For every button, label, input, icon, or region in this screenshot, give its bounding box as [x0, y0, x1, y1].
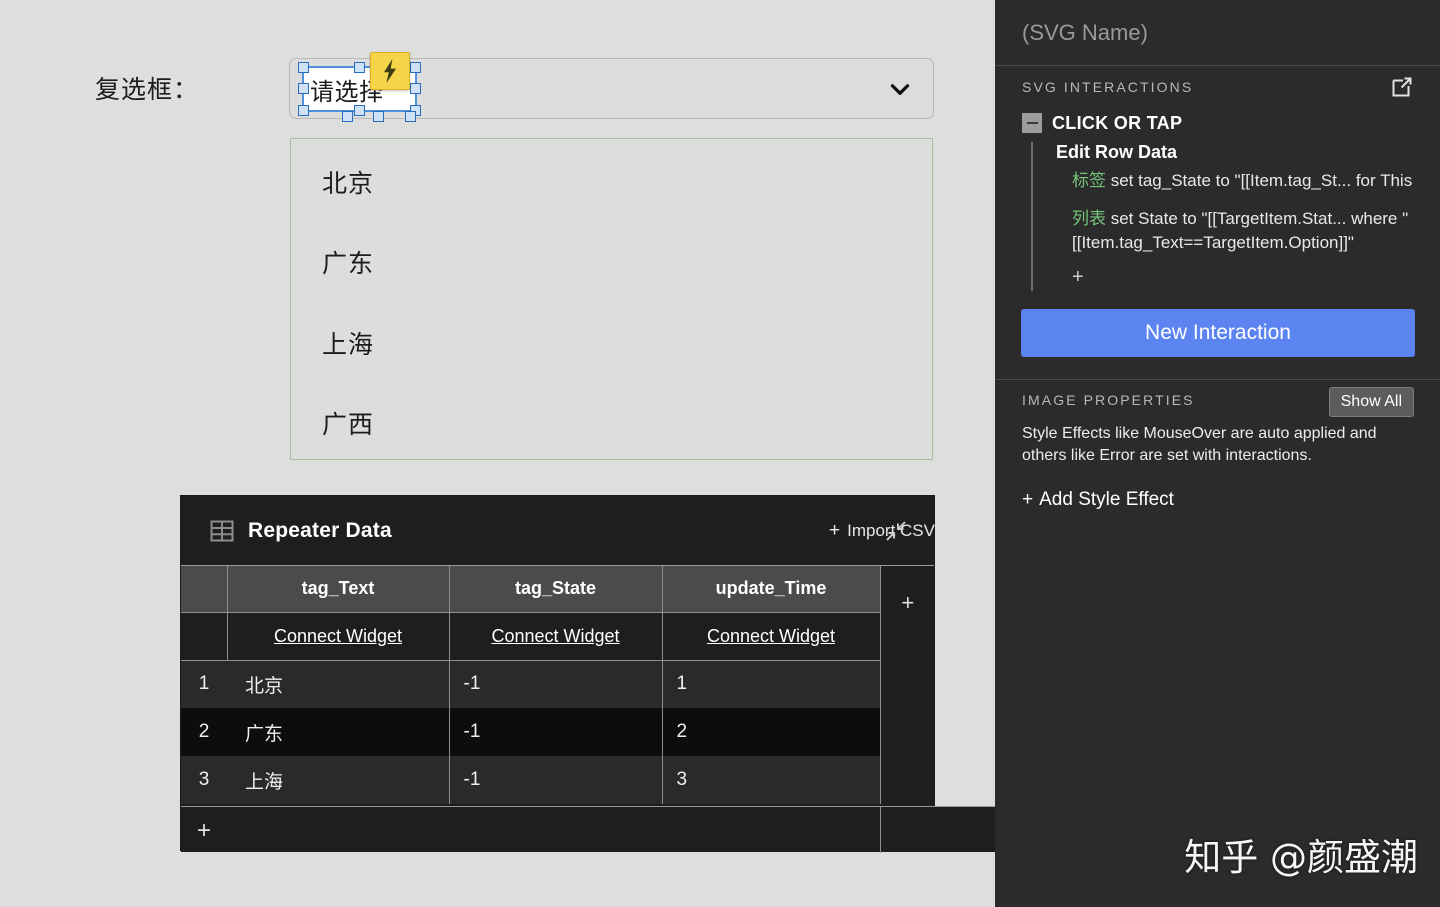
cell-tag-state[interactable]: -1	[449, 708, 663, 756]
import-plus-icon: +	[829, 519, 841, 541]
add-column-button[interactable]: +	[879, 566, 935, 804]
table-row[interactable]: 1 北京 -1 1	[181, 660, 935, 708]
add-style-plus-icon: +	[1022, 488, 1034, 510]
chevron-down-icon[interactable]	[887, 76, 913, 102]
cell-update-time[interactable]: 2	[662, 708, 881, 756]
cell-tag-state[interactable]: -1	[449, 660, 663, 708]
action-item[interactable]: 列表 set State to "[[TargetItem.Stat... wh…	[1072, 207, 1440, 255]
table-row[interactable]: 3 上海 -1 3	[181, 756, 935, 804]
new-interaction-button[interactable]: New Interaction	[1021, 309, 1415, 358]
design-canvas[interactable]: 复选框： 请选择 北京 广东 上海 广西 Repeater Data + Imp…	[0, 0, 1061, 907]
table-divider	[880, 807, 881, 853]
repeater-data-panel[interactable]: Repeater Data + Import CSV tag_Text tag_S…	[180, 495, 1061, 853]
collapse-arrows-icon[interactable]	[884, 519, 908, 543]
resize-handle-w[interactable]	[298, 83, 309, 94]
widget-name-field[interactable]: (SVG Name)	[995, 0, 1440, 66]
table-row[interactable]: 2 广东 -1 2	[181, 708, 935, 756]
add-column-plus-icon: +	[901, 590, 915, 615]
action-target: 列表	[1072, 209, 1106, 229]
cell-update-time[interactable]: 3	[662, 756, 881, 804]
external-link-icon[interactable]	[1390, 75, 1414, 99]
resize-handle-nw-2[interactable]	[342, 111, 353, 122]
connect-widget-link[interactable]: Connect Widget	[491, 626, 619, 646]
action-target: 标签	[1072, 171, 1106, 190]
resize-handle-sw[interactable]	[298, 105, 309, 116]
row-number: 3	[181, 756, 227, 804]
add-row-button[interactable]: +	[181, 806, 1061, 853]
list-item[interactable]: 北京	[322, 164, 374, 200]
cell-tag-text[interactable]: 上海	[227, 756, 450, 804]
list-item[interactable]: 上海	[322, 325, 374, 361]
column-header-tag-state[interactable]: tag_State	[449, 566, 663, 613]
case-name[interactable]: Edit Row Data	[1056, 142, 1440, 163]
inspector-panel[interactable]: (SVG Name) SVG INTERACTIONS CLICK OR TAP…	[995, 0, 1440, 907]
image-properties-description: Style Effects like MouseOver are auto ap…	[1022, 425, 1377, 464]
resize-handle-s[interactable]	[353, 105, 365, 116]
row-index-header	[181, 566, 228, 613]
show-all-button[interactable]: Show All	[1328, 387, 1414, 418]
row-number: 1	[181, 660, 227, 708]
watermark: 知乎 @颜盛潮	[1184, 836, 1418, 879]
resize-handle-ne[interactable]	[410, 62, 421, 73]
repeater-title: Repeater Data	[248, 518, 392, 542]
list-item[interactable]: 广西	[322, 405, 374, 441]
connect-widget-link[interactable]: Connect Widget	[274, 626, 402, 646]
resize-handle-e[interactable]	[410, 83, 421, 94]
row-index-cell	[181, 612, 228, 661]
connect-widget-row: Connect Widget Connect Widget Connect Wi…	[181, 612, 935, 661]
action-item[interactable]: 标签 set tag_State to "[[Item.tag_St... fo…	[1072, 169, 1440, 193]
table-header-row: tag_Text tag_State update_Time +	[181, 566, 935, 804]
action-text: set tag_State to "[[Item.tag_St... for T…	[1106, 171, 1413, 190]
import-csv-button[interactable]: + Import CSV	[829, 520, 935, 542]
add-row-plus-icon: +	[197, 817, 212, 844]
lightning-bolt-icon[interactable]	[370, 52, 410, 90]
connect-widget-link[interactable]: Connect Widget	[707, 626, 835, 646]
resize-handle-n[interactable]	[353, 62, 365, 73]
list-item[interactable]: 广东	[322, 244, 374, 280]
cell-update-time[interactable]: 1	[662, 660, 881, 708]
field-label: 复选框：	[95, 76, 200, 104]
image-properties-title: IMAGE PROPERTIES	[1022, 392, 1195, 409]
cell-tag-state[interactable]: -1	[449, 756, 663, 804]
action-text: set State to "[[TargetItem.Stat... where…	[1072, 209, 1409, 253]
cell-tag-text[interactable]: 北京	[227, 660, 450, 708]
row-number: 2	[181, 708, 227, 756]
connect-widget-cell-2[interactable]: Connect Widget	[449, 612, 663, 661]
repeater-header: Repeater Data + Import CSV	[181, 496, 935, 566]
add-style-effect-label: Add Style Effect	[1039, 488, 1174, 510]
add-style-effect-button[interactable]: + Add Style Effect	[1022, 489, 1440, 511]
resize-handle-nw[interactable]	[298, 62, 309, 73]
option-listbox[interactable]: 北京 广东 上海 广西	[290, 138, 933, 460]
minus-square-icon[interactable]	[1022, 113, 1042, 133]
cell-tag-text[interactable]: 广东	[227, 708, 450, 756]
widget-name-placeholder: (SVG Name)	[1022, 19, 1148, 45]
event-block: CLICK OR TAP Edit Row Data 标签 set tag_St…	[995, 108, 1440, 292]
event-name: CLICK OR TAP	[1052, 112, 1183, 133]
event-body: Edit Row Data 标签 set tag_State to "[[Ite…	[1031, 142, 1440, 292]
event-row[interactable]: CLICK OR TAP	[1022, 108, 1440, 138]
add-action-button[interactable]: +	[1072, 267, 1440, 287]
resize-handle-se[interactable]	[410, 105, 421, 116]
column-header-update-time[interactable]: update_Time	[662, 566, 881, 613]
image-properties-section: IMAGE PROPERTIES Show All Style Effects …	[995, 380, 1440, 510]
repeater-table[interactable]: tag_Text tag_State update_Time + Connect…	[181, 566, 935, 804]
table-grid-icon	[210, 520, 234, 541]
connect-widget-cell-1[interactable]: Connect Widget	[227, 612, 450, 661]
interactions-section-header: SVG INTERACTIONS	[995, 66, 1440, 108]
resize-handle-n-2[interactable]	[373, 111, 384, 122]
column-header-tag-text[interactable]: tag_Text	[227, 566, 450, 613]
connect-widget-cell-3[interactable]: Connect Widget	[662, 612, 881, 661]
interactions-section-title: SVG INTERACTIONS	[1022, 79, 1194, 95]
